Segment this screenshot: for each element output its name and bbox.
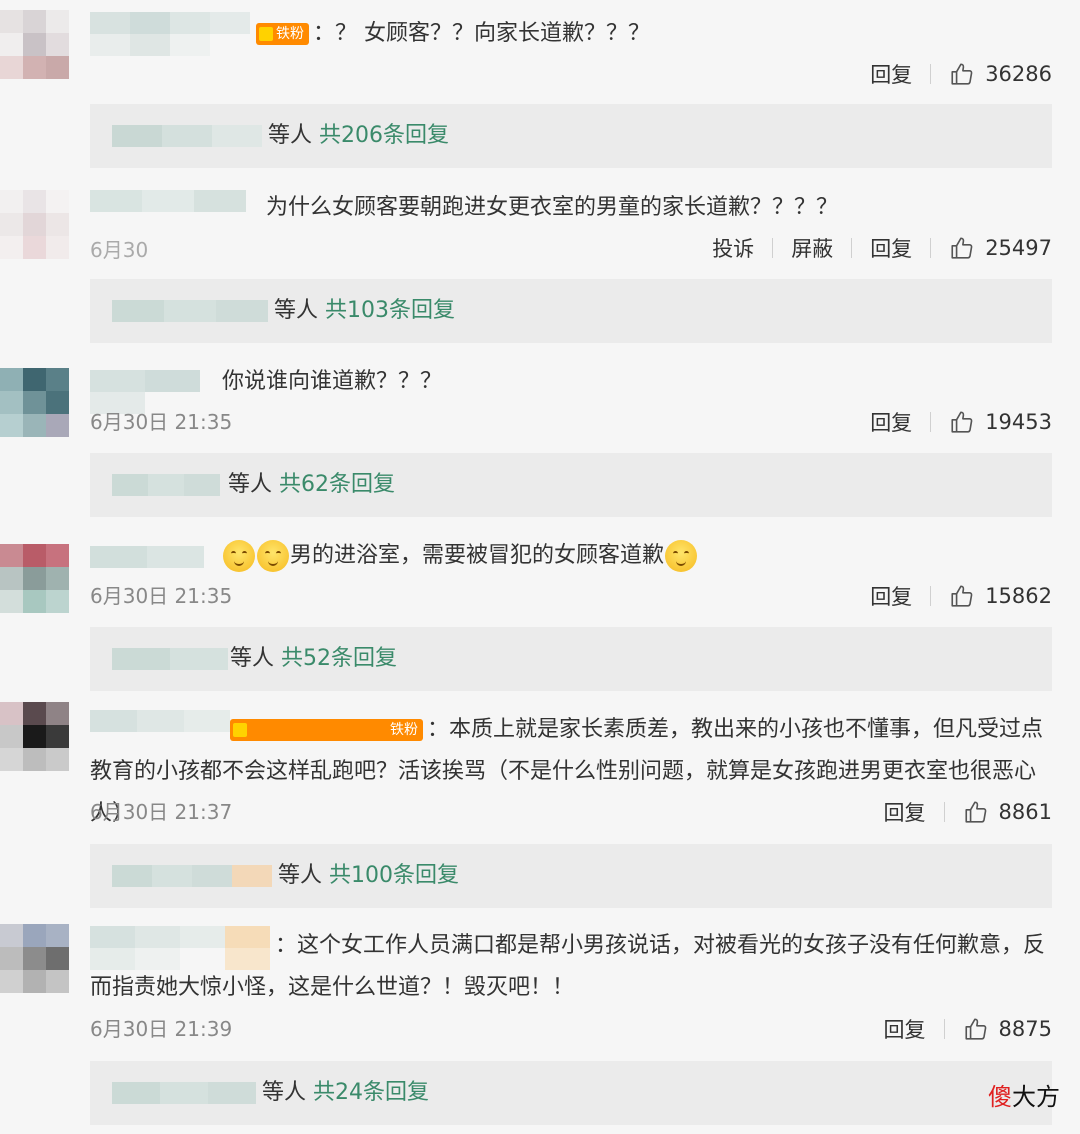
avatar[interactable]	[0, 368, 70, 438]
thumbs-up-icon	[951, 411, 973, 433]
like-count: 25497	[985, 236, 1052, 260]
reply-summary[interactable]: 等人 共103条回复	[90, 279, 1052, 343]
like-button[interactable]: 8875	[963, 1016, 1052, 1042]
reply-suffix: 等人	[262, 1080, 307, 1105]
comment-text: ：这个女工作人员满口都是帮小男孩说话，对被看光的女孩子没有任何歉意，反而指责她大…	[90, 933, 1046, 1000]
comment-text: 你说谁向谁道歉？？？	[222, 369, 443, 394]
reply-summary[interactable]: 等人 共100条回复	[90, 844, 1052, 908]
username[interactable]	[90, 12, 250, 56]
comment-actions: 回复 15862	[870, 578, 1052, 614]
divider	[930, 238, 932, 258]
like-button[interactable]: 19453	[949, 409, 1052, 435]
fan-badge-label: 铁粉	[276, 26, 304, 42]
comment-time: 6月30日 21:35	[90, 410, 233, 434]
like-button[interactable]: 25497	[949, 235, 1052, 261]
thumbs-up-icon	[964, 1018, 986, 1040]
watermark: 傻大方	[988, 1077, 1060, 1112]
replier-names	[112, 1082, 256, 1104]
reply-count-link[interactable]: 共103条回复	[325, 298, 455, 323]
avatar[interactable]	[0, 190, 70, 260]
like-count: 15862	[985, 584, 1052, 608]
smiling-face-icon	[223, 540, 255, 572]
reply-suffix: 等人	[228, 472, 273, 497]
replier-names	[112, 125, 262, 147]
fan-badge: 铁粉	[256, 23, 309, 45]
avatar[interactable]	[0, 924, 70, 994]
avatar[interactable]	[0, 544, 70, 614]
thumbs-up-icon	[951, 237, 973, 259]
like-button[interactable]: 36286	[949, 61, 1052, 87]
thumbs-up-icon	[964, 801, 986, 823]
watermark-text: 大方	[1012, 1083, 1060, 1111]
reply-suffix: 等人	[268, 123, 313, 148]
reply-button[interactable]: 回复	[884, 797, 926, 827]
thumbs-up-icon	[951, 585, 973, 607]
comment-actions: 回复 8875	[884, 1011, 1052, 1047]
fan-badge-icon	[233, 723, 247, 737]
like-count: 36286	[985, 62, 1052, 86]
smiling-face-icon	[257, 540, 289, 572]
reply-count-link[interactable]: 共100条回复	[329, 863, 459, 888]
replier-names	[112, 865, 272, 887]
watermark-char: 傻	[988, 1083, 1012, 1111]
report-button[interactable]: 投诉	[712, 233, 754, 263]
reply-suffix: 等人	[274, 298, 319, 323]
reply-button[interactable]: 回复	[884, 1014, 926, 1044]
reply-count-link[interactable]: 共52条回复	[281, 646, 397, 671]
smiling-face-icon	[665, 540, 698, 572]
comment-actions: 回复 19453	[870, 404, 1052, 440]
fan-badge: 铁粉	[230, 719, 423, 741]
comment-actions: 回复 8861	[884, 794, 1052, 830]
divider	[930, 64, 932, 84]
reply-summary[interactable]: 等人 共24条回复	[90, 1061, 1052, 1125]
block-button[interactable]: 屏蔽	[791, 233, 833, 263]
comment-actions: 投诉 屏蔽 回复 25497	[712, 230, 1052, 266]
comment-time: 6月30日 21:37	[90, 800, 233, 824]
comment-time: 6月30日 21:39	[90, 1017, 233, 1041]
thumbs-up-icon	[951, 63, 973, 85]
divider	[851, 238, 853, 258]
divider	[943, 1019, 945, 1039]
like-button[interactable]: 15862	[949, 583, 1052, 609]
comment-text: 为什么女顾客要朝跑进女更衣室的男童的家长道歉？？？？	[266, 195, 839, 220]
divider	[772, 238, 774, 258]
divider	[943, 802, 945, 822]
reply-summary[interactable]: 等人 共206条回复	[90, 104, 1052, 168]
comment-time: 6月30日 21:35	[90, 584, 233, 608]
reply-count-link[interactable]: 共24条回复	[313, 1080, 429, 1105]
reply-button[interactable]: 回复	[870, 233, 912, 263]
replier-names	[112, 648, 228, 670]
fan-badge-label: 铁粉	[390, 722, 418, 738]
comment-text: ：？ 女顾客？？向家长道歉？？？	[313, 21, 650, 46]
avatar[interactable]	[0, 10, 70, 80]
reply-button[interactable]: 回复	[870, 59, 912, 89]
comment-actions: 回复 36286	[870, 56, 1052, 92]
like-count: 8861	[998, 800, 1052, 824]
like-button[interactable]: 8861	[963, 799, 1052, 825]
like-count: 8875	[998, 1017, 1052, 1041]
comment-text: 男的进浴室，需要被冒犯的女顾客道歉	[290, 543, 665, 568]
reply-count-link[interactable]: 共206条回复	[319, 123, 449, 148]
reply-button[interactable]: 回复	[870, 407, 912, 437]
reply-suffix: 等人	[278, 863, 323, 888]
reply-summary[interactable]: 等人 共52条回复	[90, 627, 1052, 691]
avatar[interactable]	[0, 702, 70, 772]
username[interactable]	[90, 190, 246, 234]
reply-button[interactable]: 回复	[870, 581, 912, 611]
like-count: 19453	[985, 410, 1052, 434]
replier-names	[112, 474, 220, 496]
reply-summary[interactable]: 等人 共62条回复	[90, 453, 1052, 517]
replier-names	[112, 300, 268, 322]
divider	[930, 586, 932, 606]
reply-count-link[interactable]: 共62条回复	[279, 472, 395, 497]
comment-time: 6月30	[90, 238, 149, 262]
reply-suffix: 等人	[230, 646, 275, 671]
divider	[930, 412, 932, 432]
fan-badge-icon	[259, 27, 273, 41]
